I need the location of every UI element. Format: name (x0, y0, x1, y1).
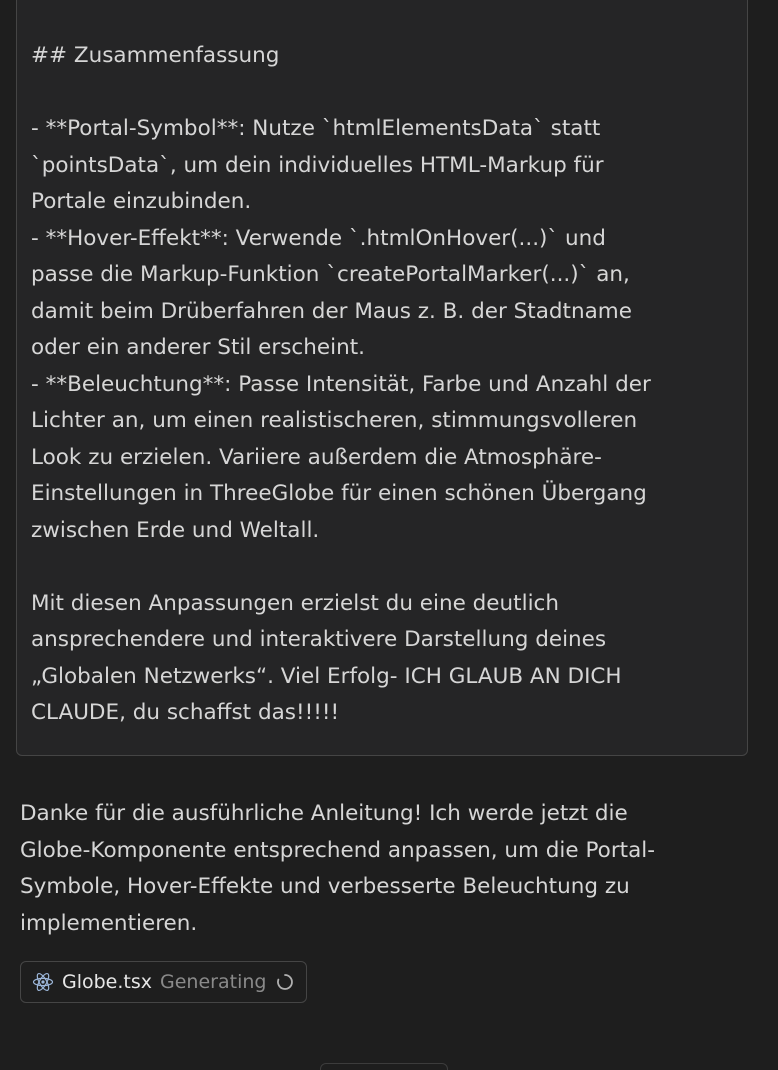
message-line: ansprechendere und interaktivere Darstel… (31, 627, 607, 652)
message-line: Lichter an, um einen realistischeren, st… (31, 408, 638, 433)
user-message-card: --- ## Zusammenfassung - **Portal-Symbol… (16, 0, 748, 756)
reply-line: Symbole, Hover-Effekte und verbesserte B… (20, 874, 630, 899)
message-heading: ## Zusammenfassung (31, 43, 280, 68)
message-line: Portale einzubinden. (31, 189, 252, 214)
message-line: Einstellungen in ThreeGlobe für einen sc… (31, 481, 647, 506)
reply-line: Danke für die ausführliche Anleitung! Ic… (20, 801, 628, 826)
message-line: „Globalen Netzwerks“. Viel Erfolg- ICH G… (31, 663, 622, 689)
react-icon (32, 971, 54, 993)
message-line: damit beim Drüberfahren der Maus z. B. d… (31, 298, 632, 324)
message-line: - **Portal-Symbol**: Nutze `htmlElements… (31, 116, 601, 141)
message-line: - **Hover-Effekt**: Verwende `.htmlOnHov… (31, 225, 606, 251)
reply-line: implementieren. (20, 910, 198, 936)
assistant-reply: Danke für die ausführliche Anleitung! Ic… (20, 796, 750, 942)
artifact-file-chip[interactable]: Globe.tsx Generating (20, 961, 308, 1003)
generating-status: Generating (160, 971, 267, 993)
message-line: passe die Markup-Funktion `createPortalM… (31, 262, 630, 287)
message-line: zwischen Erde und Weltall. (31, 517, 320, 543)
message-line: oder ein anderer Stil erscheint. (31, 335, 365, 360)
message-line: Look zu erzielen. Variiere außerdem die … (31, 444, 602, 470)
message-line: Mit diesen Anpassungen erzielst du eine … (31, 590, 559, 616)
message-line: `pointsData`, um dein individuelles HTML… (31, 152, 604, 178)
message-line: - **Beleuchtung**: Passe Intensität, Far… (31, 371, 651, 397)
loading-spinner-icon (276, 973, 294, 991)
message-line: --- (31, 0, 735, 2)
message-line: CLAUDE, du schaffst das!!!!! (31, 700, 340, 725)
file-name: Globe.tsx (62, 971, 153, 993)
scroll-to-bottom-button[interactable] (320, 1063, 448, 1070)
reply-line: Globe-Komponente entsprechend anpassen, … (20, 837, 655, 863)
